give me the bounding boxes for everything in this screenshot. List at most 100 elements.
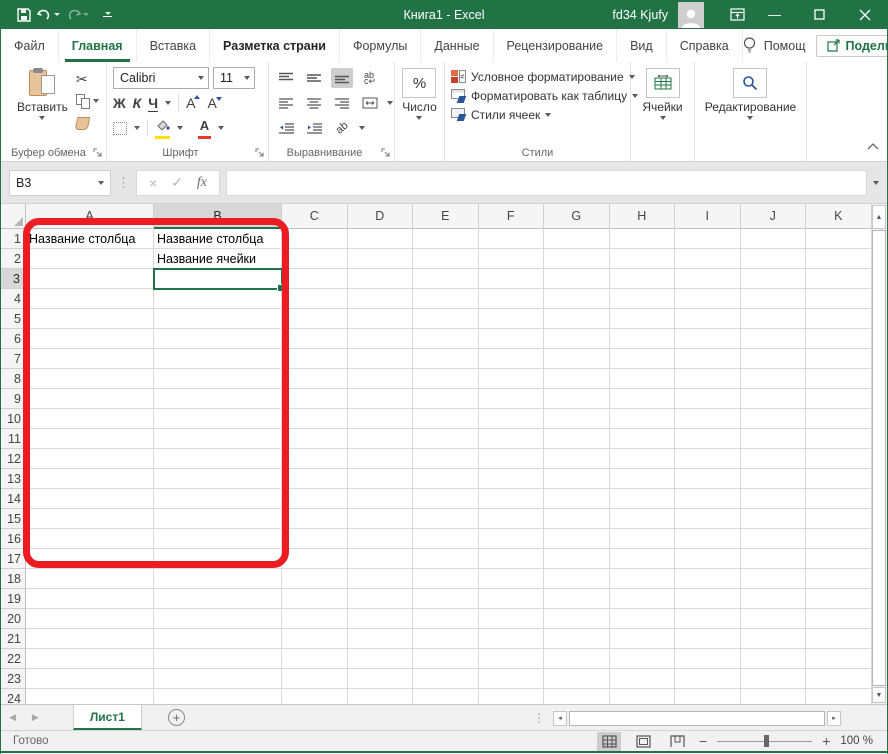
cell-E22[interactable] [413,649,479,669]
cell-B2[interactable]: Название ячейки [154,249,282,269]
cell-E4[interactable] [413,289,479,309]
cell-F14[interactable] [478,489,544,509]
shrink-font-button[interactable]: А [207,95,222,111]
cell-C14[interactable] [282,489,348,509]
cell-H3[interactable] [609,269,675,289]
cell-G12[interactable] [544,449,610,469]
cell-H22[interactable] [609,649,675,669]
cell-I21[interactable] [675,629,741,649]
row-header-5[interactable]: 5 [1,309,26,329]
horizontal-scroll-thumb[interactable] [569,710,825,726]
format-painter-button[interactable] [74,114,99,132]
row-header-14[interactable]: 14 [1,489,26,509]
cell-C23[interactable] [282,669,348,689]
cell-C3[interactable] [282,269,348,289]
cell-G18[interactable] [544,569,610,589]
cell-J4[interactable] [740,289,806,309]
save-icon[interactable] [17,7,31,22]
cell-C4[interactable] [282,289,348,309]
cell-E18[interactable] [413,569,479,589]
cell-E12[interactable] [413,449,479,469]
cell-G3[interactable] [544,269,610,289]
scroll-left-icon[interactable]: ◂ [553,710,567,726]
cell-A10[interactable] [26,409,154,429]
scroll-right-icon[interactable]: ▸ [827,710,841,726]
cell-K21[interactable] [806,629,872,649]
cell-H21[interactable] [609,629,675,649]
cell-K20[interactable] [806,609,872,629]
cell-D2[interactable] [347,249,413,269]
tab-review[interactable]: Рецензирование [494,29,618,62]
cell-G6[interactable] [544,329,610,349]
select-all-corner[interactable] [1,204,26,229]
cell-I20[interactable] [675,609,741,629]
row-header-13[interactable]: 13 [1,469,26,489]
cell-H9[interactable] [609,389,675,409]
cell-I23[interactable] [675,669,741,689]
cell-B23[interactable] [154,669,282,689]
cell-I9[interactable] [675,389,741,409]
align-left-icon[interactable] [275,93,297,113]
cell-A4[interactable] [26,289,154,309]
cell-D22[interactable] [347,649,413,669]
share-button[interactable]: Поделиться [815,34,887,57]
underline-button[interactable]: Ч [148,95,159,112]
font-color-button[interactable]: А [198,117,211,140]
cell-J13[interactable] [740,469,806,489]
cell-E2[interactable] [413,249,479,269]
cell-I3[interactable] [675,269,741,289]
cell-D5[interactable] [347,309,413,329]
cell-A8[interactable] [26,369,154,389]
cell-D1[interactable] [347,229,413,249]
font-color-dropdown-icon[interactable] [218,126,224,130]
cell-D13[interactable] [347,469,413,489]
row-header-2[interactable]: 2 [1,249,26,269]
row-header-7[interactable]: 7 [1,349,26,369]
cell-J22[interactable] [740,649,806,669]
cell-G1[interactable] [544,229,610,249]
alignment-dialog-launcher-icon[interactable] [381,148,391,158]
row-header-15[interactable]: 15 [1,509,26,529]
cell-I6[interactable] [675,329,741,349]
cell-H16[interactable] [609,529,675,549]
cell-H5[interactable] [609,309,675,329]
cell-C17[interactable] [282,549,348,569]
cell-A14[interactable] [26,489,154,509]
cell-K3[interactable] [806,269,872,289]
cell-E23[interactable] [413,669,479,689]
align-bottom-icon[interactable] [331,68,353,88]
cell-E21[interactable] [413,629,479,649]
cell-I2[interactable] [675,249,741,269]
column-header-A[interactable]: A [26,204,154,229]
cell-B12[interactable] [154,449,282,469]
cell-E20[interactable] [413,609,479,629]
tell-me-box[interactable]: Помощ [743,37,806,54]
cell-F7[interactable] [478,349,544,369]
align-top-icon[interactable] [275,68,297,88]
cell-A19[interactable] [26,589,154,609]
row-header-12[interactable]: 12 [1,449,26,469]
cell-C1[interactable] [282,229,348,249]
cell-F15[interactable] [478,509,544,529]
cell-E9[interactable] [413,389,479,409]
cell-C21[interactable] [282,629,348,649]
cell-D3[interactable] [347,269,413,289]
cell-G4[interactable] [544,289,610,309]
cell-K24[interactable] [806,689,872,704]
cell-I19[interactable] [675,589,741,609]
italic-button[interactable]: К [133,95,142,111]
cell-F3[interactable] [478,269,544,289]
clipboard-dialog-launcher-icon[interactable] [93,148,103,158]
cell-K18[interactable] [806,569,872,589]
row-header-3[interactable]: 3 [1,269,26,289]
cell-J15[interactable] [740,509,806,529]
cell-D20[interactable] [347,609,413,629]
tab-page-layout[interactable]: Разметка страни [210,29,340,62]
cell-J12[interactable] [740,449,806,469]
zoom-slider[interactable] [717,734,813,747]
cell-H1[interactable] [609,229,675,249]
cell-H10[interactable] [609,409,675,429]
cell-B11[interactable] [154,429,282,449]
cell-B10[interactable] [154,409,282,429]
row-header-21[interactable]: 21 [1,629,26,649]
